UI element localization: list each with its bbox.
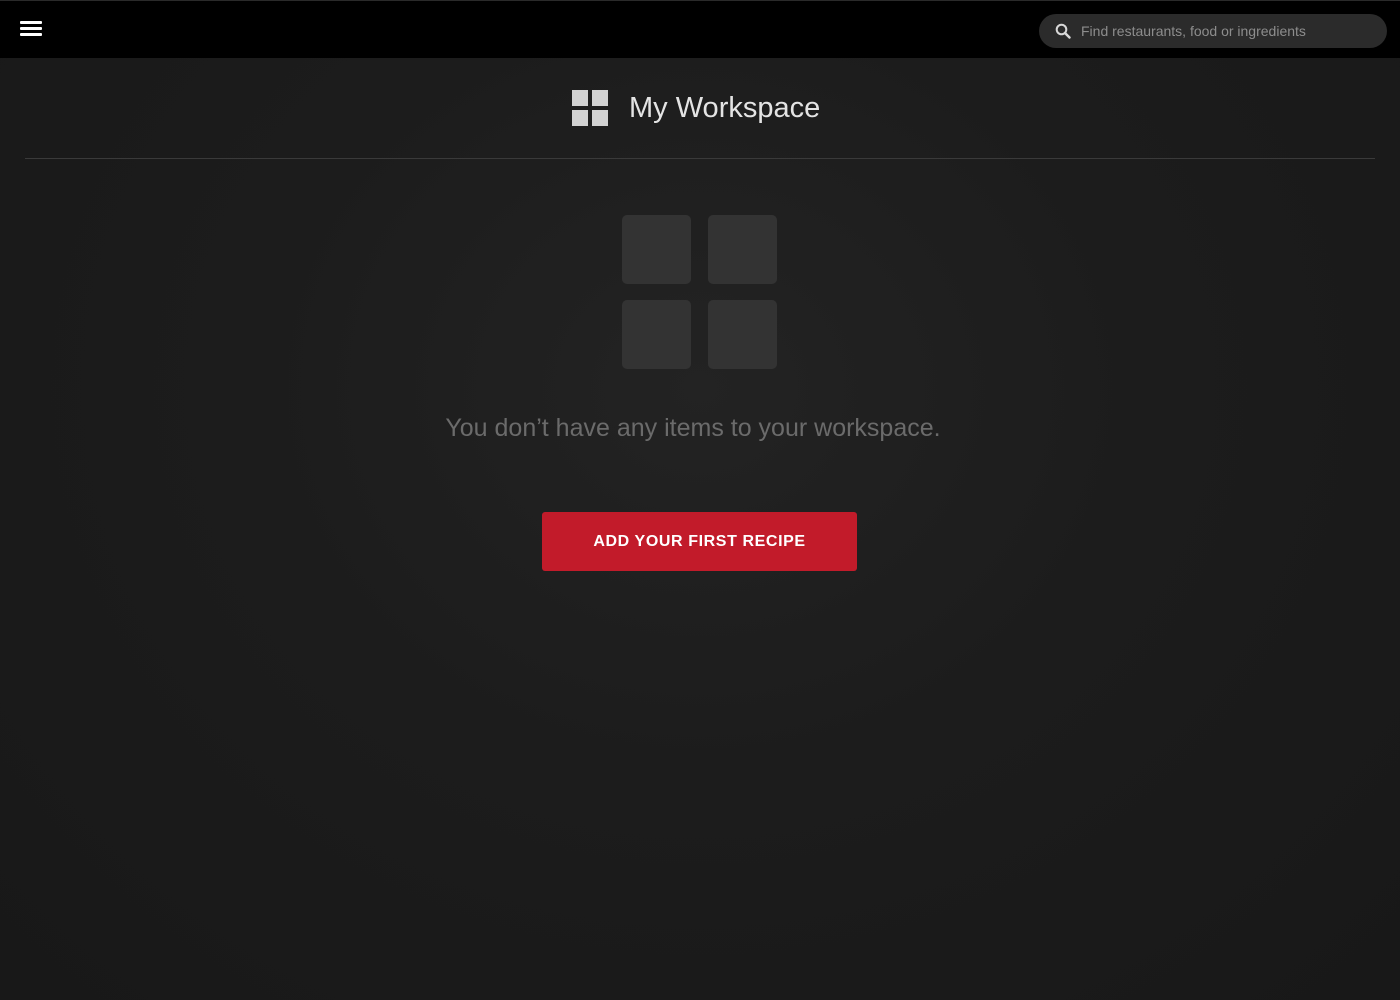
empty-state-message: You don’t have any items to your workspa… — [445, 414, 941, 442]
page-header: My Workspace — [0, 58, 1400, 158]
add-first-recipe-button[interactable]: ADD YOUR FIRST RECIPE — [542, 512, 857, 571]
header-divider — [25, 158, 1375, 159]
top-navigation-bar — [0, 0, 1400, 58]
workspace-grid-icon — [572, 90, 608, 126]
search-input[interactable] — [1081, 14, 1371, 48]
empty-workspace-grid-icon — [622, 215, 777, 369]
search-box[interactable] — [1039, 14, 1387, 48]
page-title: My Workspace — [629, 92, 821, 124]
search-icon — [1055, 23, 1071, 39]
main-content: My Workspace You don’t have any items to… — [0, 58, 1400, 1000]
hamburger-menu-icon[interactable] — [20, 21, 42, 39]
